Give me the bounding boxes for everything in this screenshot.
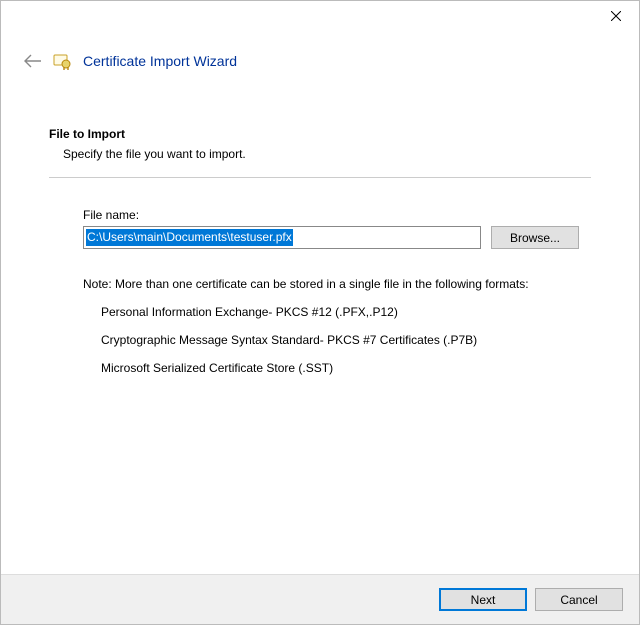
wizard-title: Certificate Import Wizard [83,53,237,69]
format-item: Personal Information Exchange- PKCS #12 … [101,305,591,319]
back-arrow-icon [24,54,42,68]
file-name-input[interactable] [83,226,481,249]
wizard-header: Certificate Import Wizard [1,33,639,83]
certificate-icon [53,52,71,70]
close-icon [611,11,621,21]
file-name-label: File name: [83,208,591,222]
format-item: Cryptographic Message Syntax Standard- P… [101,333,591,347]
format-item: Microsoft Serialized Certificate Store (… [101,361,591,375]
close-button[interactable] [593,1,639,31]
section-subtext: Specify the file you want to import. [49,147,591,161]
file-input-wrap: C:\Users\main\Documents\testuser.pfx [83,226,481,249]
file-row: C:\Users\main\Documents\testuser.pfx Bro… [83,226,591,249]
wizard-footer: Next Cancel [1,574,639,624]
file-field-block: File name: C:\Users\main\Documents\testu… [49,208,591,375]
next-button[interactable]: Next [439,588,527,611]
note-text: Note: More than one certificate can be s… [83,277,591,291]
back-button[interactable] [23,51,43,71]
format-list: Personal Information Exchange- PKCS #12 … [83,305,591,375]
wizard-content: File to Import Specify the file you want… [1,83,639,375]
cancel-button[interactable]: Cancel [535,588,623,611]
browse-button[interactable]: Browse... [491,226,579,249]
section-heading: File to Import [49,127,591,141]
divider [49,177,591,178]
titlebar [1,1,639,33]
